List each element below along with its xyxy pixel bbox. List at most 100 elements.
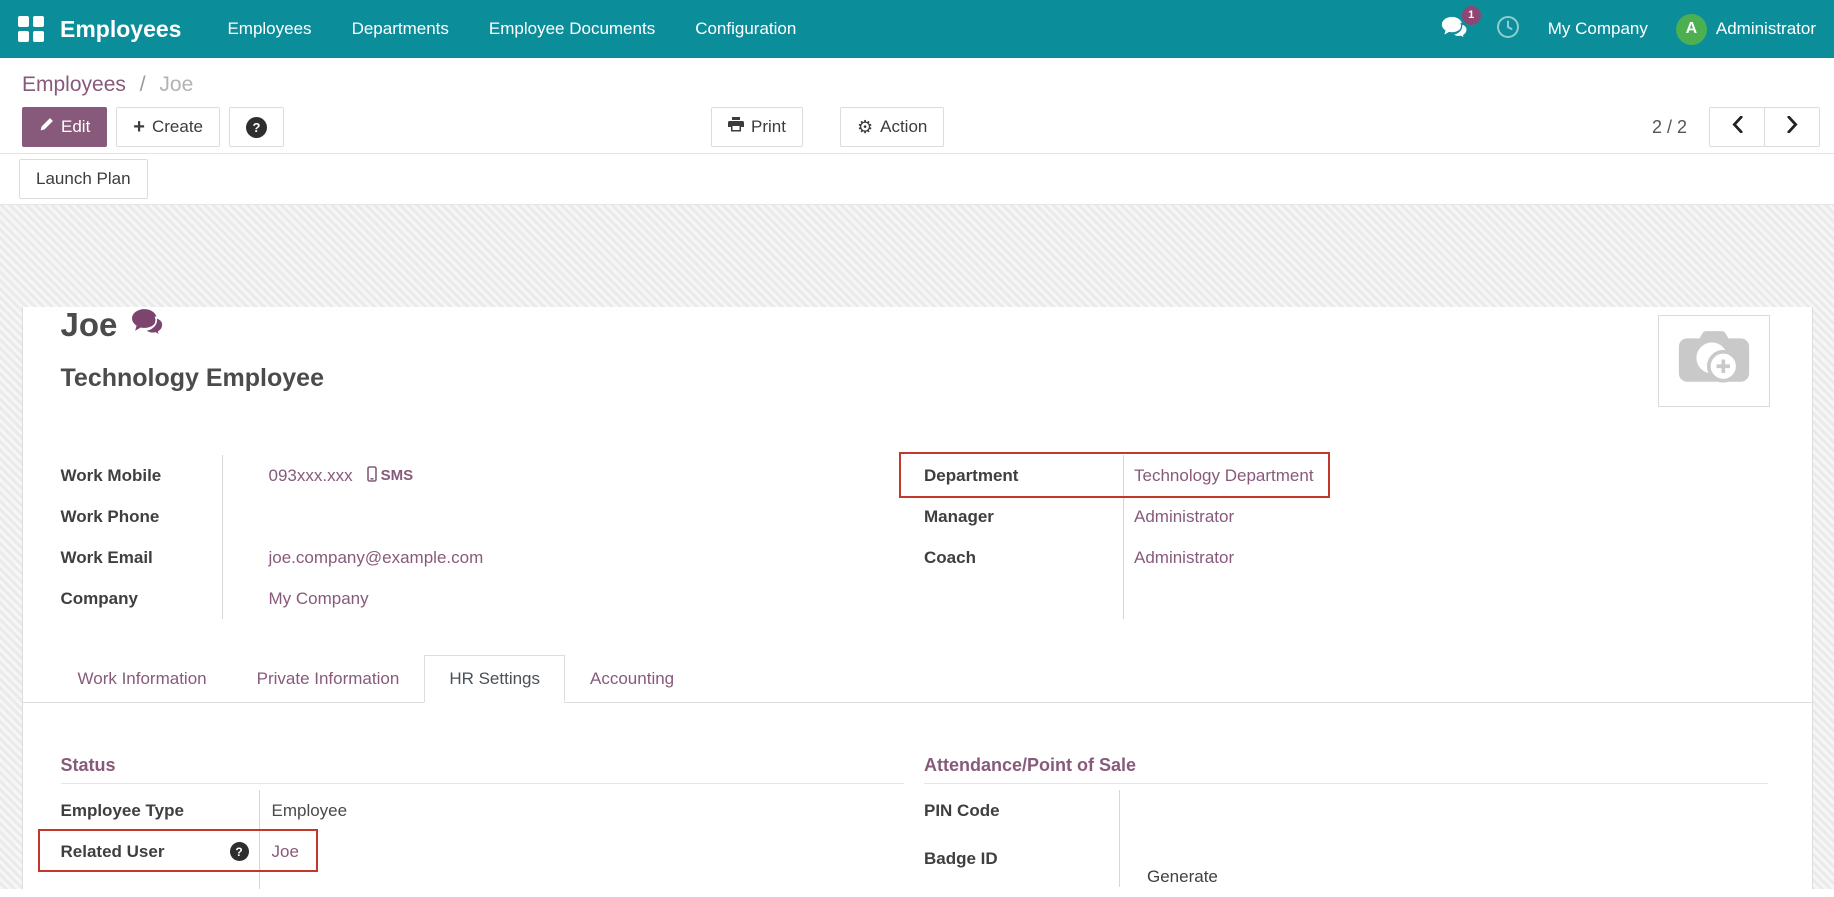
field-row-manager: Manager Administrator [924,496,1768,537]
field-row-badge-id: Badge ID Generate [924,831,1768,887]
pin-code-value [1119,790,1768,831]
printer-icon [728,117,744,137]
company-label: Company [61,578,222,619]
badge-id-value: Generate [1119,831,1768,887]
generate-badge-button[interactable]: Generate [1147,867,1218,887]
status-section: Status Employee Type Employee Related Us… [61,755,905,889]
coach-link[interactable]: Administrator [1134,548,1234,568]
control-panel: Employees / Joe Edit + Create ? [0,58,1834,154]
department-value: Technology Department [1123,455,1768,496]
manager-value: Administrator [1123,496,1768,537]
menu-item-departments[interactable]: Departments [352,19,449,39]
gear-icon: ⚙ [857,118,873,136]
pencil-icon [39,117,54,137]
messages-button[interactable]: 1 [1441,15,1468,44]
employee-photo-placeholder[interactable] [1658,315,1770,407]
pin-code-label: PIN Code [924,790,1119,831]
tab-hr-settings[interactable]: HR Settings [424,655,565,703]
message-count-badge: 1 [1462,6,1481,25]
work-mobile-link[interactable]: 093xxx.xxx [269,466,353,486]
help-button[interactable]: ? [229,107,284,147]
title-row: Joe [61,307,1768,341]
print-button[interactable]: Print [711,107,803,147]
company-link[interactable]: My Company [269,589,369,609]
work-email-value: joe.company@example.com [222,537,905,578]
related-user-help-icon[interactable]: ? [230,842,249,861]
related-user-value: Joe [259,831,905,872]
chevron-right-icon [1787,116,1798,138]
field-row-related-user: Related User ? Joe [61,831,905,872]
breadcrumb: Employees / Joe [0,58,1834,101]
pager-next-button[interactable] [1764,107,1820,147]
badge-id-label: Badge ID [924,831,1119,887]
camera-plus-icon [1676,328,1752,395]
attendance-pos-section-title: Attendance/Point of Sale [924,755,1768,784]
attendance-pos-section: Attendance/Point of Sale PIN Code Badge … [924,755,1768,889]
app-title[interactable]: Employees [60,16,181,43]
mobile-phone-icon [367,466,377,486]
content-area: Joe Technology Employee Work Mobile 093x… [0,205,1834,889]
apps-menu-icon[interactable] [18,16,44,42]
department-label: Department [924,455,1123,496]
work-phone-value [222,496,905,537]
breadcrumb-employees-link[interactable]: Employees [22,73,126,96]
status-section-title: Status [61,755,905,784]
field-row-work-mobile: Work Mobile 093xxx.xxx SMS [61,455,905,496]
form-sheet: Joe Technology Employee Work Mobile 093x… [22,307,1813,889]
form-statusbar: Launch Plan [0,154,1834,205]
plus-icon: + [133,117,145,137]
work-email-label: Work Email [61,537,222,578]
company-value: My Company [222,578,905,619]
avatar: A [1676,14,1707,45]
job-position-subtitle: Technology Employee [61,363,1768,393]
user-menu[interactable]: A Administrator [1676,14,1816,45]
app-menu: Employees Departments Employee Documents… [227,19,796,39]
navbar-right: 1 My Company A Administrator [1441,14,1816,45]
launch-plan-button[interactable]: Launch Plan [19,159,148,199]
company-menu[interactable]: My Company [1548,19,1648,39]
left-field-group: Work Mobile 093xxx.xxx SMS [61,455,905,619]
work-mobile-value: 093xxx.xxx SMS [222,455,905,496]
right-field-group: Department Technology Department Manager… [924,455,1768,619]
chevron-left-icon [1732,116,1743,138]
menu-item-employees[interactable]: Employees [227,19,311,39]
create-button[interactable]: + Create [116,107,220,147]
bottom-field-grid: Status Employee Type Employee Related Us… [61,755,1768,889]
edit-button[interactable]: Edit [22,107,107,147]
column-filler [61,872,905,889]
pager-buttons [1709,107,1820,147]
field-row-coach: Coach Administrator [924,537,1768,578]
field-row-work-phone: Work Phone [61,496,905,537]
manager-link[interactable]: Administrator [1134,507,1234,527]
field-row-company: Company My Company [61,578,905,619]
activities-button[interactable] [1496,15,1520,44]
action-button[interactable]: ⚙ Action [840,107,944,147]
menu-item-employee-documents[interactable]: Employee Documents [489,19,655,39]
field-row-pin-code: PIN Code [924,790,1768,831]
work-email-link[interactable]: joe.company@example.com [269,548,484,568]
employee-name-title: Joe [61,308,118,341]
tab-private-information[interactable]: Private Information [232,655,425,703]
field-row-work-email: Work Email joe.company@example.com [61,537,905,578]
work-mobile-label: Work Mobile [61,455,222,496]
department-link[interactable]: Technology Department [1134,466,1314,486]
tab-accounting[interactable]: Accounting [565,655,699,703]
breadcrumb-separator: / [140,73,146,96]
notebook-tabs: Work Information Private Information HR … [23,655,1812,703]
top-navbar: Employees Employees Departments Employee… [0,0,1834,58]
field-row-department: Department Technology Department [924,455,1768,496]
pager-previous-button[interactable] [1709,107,1765,147]
tab-work-information[interactable]: Work Information [53,655,232,703]
related-user-link[interactable]: Joe [272,842,299,862]
top-field-grid: Work Mobile 093xxx.xxx SMS [61,455,1768,619]
related-user-label: Related User [61,842,165,862]
pager: 2 / 2 [1652,107,1820,147]
employee-type-label: Employee Type [61,790,259,831]
pager-counter: 2 / 2 [1652,117,1687,138]
clock-icon [1496,15,1520,44]
left-button-group: Edit + Create ? [22,107,284,147]
chat-bubbles-icon [1441,24,1468,43]
open-chat-icon[interactable] [131,307,164,341]
send-sms-button[interactable]: SMS [367,466,414,486]
menu-item-configuration[interactable]: Configuration [695,19,796,39]
